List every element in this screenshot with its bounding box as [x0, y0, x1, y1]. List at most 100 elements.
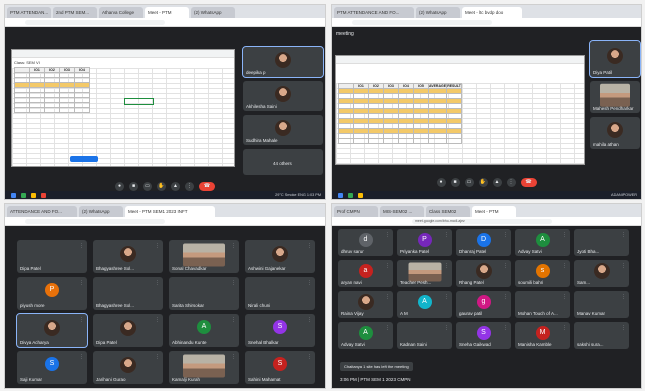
browser-tab[interactable]: Class SEM02: [426, 206, 470, 217]
browser-tab-active[interactable]: Meet - PTM SEM1 2023 INFT: [125, 206, 215, 217]
participant-tile[interactable]: Mahesh Pendharkar: [590, 81, 640, 113]
url-field[interactable]: meet.google.com/bho-mcdl-ajez: [412, 219, 552, 224]
participant-tile[interactable]: ⋮ Manav Kumar: [574, 291, 629, 318]
browser-tab[interactable]: PTM ATTENDAN...: [7, 7, 51, 18]
others-tile[interactable]: 44 others: [243, 149, 323, 175]
app-icon[interactable]: [21, 192, 26, 198]
participant-tile[interactable]: ⋮ sakshi sura...: [574, 322, 629, 349]
present-icon[interactable]: ▲: [492, 177, 502, 187]
more-options-icon[interactable]: ⋮: [562, 263, 567, 269]
more-options-icon[interactable]: ⋮: [444, 325, 449, 331]
browser-tab[interactable]: MIS-SEM02 ...: [380, 206, 424, 217]
participant-tile[interactable]: S ⋮ Sneha Gaikwad: [456, 322, 511, 349]
participant-tile[interactable]: A ⋮ A M: [397, 291, 452, 318]
participant-tile[interactable]: P ⋮ piyush more: [17, 277, 87, 310]
participant-tile[interactable]: P ⋮ Priyanka Patel: [397, 229, 452, 256]
more-options-icon[interactable]: ⋮: [503, 325, 508, 331]
participant-tile[interactable]: A ⋮ Advay Satvi: [515, 229, 570, 256]
browser-tab[interactable]: Prof CMPN: [334, 206, 378, 217]
mic-icon[interactable]: ●: [115, 181, 124, 191]
more-options-icon[interactable]: ⋮: [621, 263, 626, 269]
more-options-icon[interactable]: ⋮: [506, 177, 516, 187]
participant-tile[interactable]: ⋮ Sonal Chavadkar: [169, 240, 239, 273]
address-bar[interactable]: meet.google.com/bho-mcdl-ajez: [332, 217, 641, 226]
browser-tab[interactable]: PTM ATTENDANCE AND FO...: [334, 7, 414, 18]
participant-tile[interactable]: mahila athan: [590, 117, 640, 149]
more-options-icon[interactable]: ⋮: [385, 294, 390, 300]
more-options-icon[interactable]: ⋮: [185, 181, 194, 191]
more-options-icon[interactable]: ⋮: [385, 263, 390, 269]
participant-tile[interactable]: ⋮ Jarihani Gurao: [93, 351, 163, 384]
address-bar[interactable]: [5, 18, 325, 27]
more-options-icon[interactable]: ⋮: [444, 294, 449, 300]
browser-tab[interactable]: 2nd PTM SEM...: [53, 7, 97, 18]
more-options-icon[interactable]: ⋮: [231, 317, 236, 323]
participant-tile[interactable]: D ⋮ Dhanraj Patel: [456, 229, 511, 256]
participant-tile[interactable]: ⋮ Teacher Pesh...: [397, 260, 452, 287]
browser-tab[interactable]: Atharva College: [99, 7, 143, 18]
app-icon[interactable]: [41, 192, 46, 198]
browser-tab[interactable]: (2) WhatsApp: [191, 7, 235, 18]
more-options-icon[interactable]: ⋮: [155, 354, 160, 360]
participant-tile[interactable]: ⋮ Raina Vijay: [338, 291, 393, 318]
participant-tile[interactable]: ⋮ Ashwini Gajanekar: [245, 240, 315, 273]
more-options-icon[interactable]: ⋮: [307, 317, 312, 323]
selected-cell[interactable]: [124, 98, 154, 105]
participant-tile[interactable]: ⋮ Sarita Shirsokar: [169, 277, 239, 310]
more-options-icon[interactable]: ⋮: [503, 263, 508, 269]
participant-tile[interactable]: S ⋮ Snehal Bhalkar: [245, 314, 315, 347]
participant-tile[interactable]: S ⋮ Saji Kumar: [17, 351, 87, 384]
participant-tile[interactable]: ⋮ Bhagyashree Sol...: [93, 240, 163, 273]
more-options-icon[interactable]: ⋮: [155, 317, 160, 323]
browser-tab[interactable]: (2) WhatsApp: [416, 7, 460, 18]
participant-tile[interactable]: ⋮ Sam...: [574, 260, 629, 287]
more-options-icon[interactable]: ⋮: [385, 232, 390, 238]
more-options-icon[interactable]: ⋮: [307, 354, 312, 360]
participant-tile[interactable]: deepika p: [242, 46, 324, 78]
browser-tab-active[interactable]: Meet - PTM: [472, 206, 516, 217]
more-options-icon[interactable]: ⋮: [79, 280, 84, 286]
participant-tile[interactable]: ⋮ Divya Acharya: [16, 313, 88, 348]
more-options-icon[interactable]: ⋮: [79, 243, 84, 249]
browser-tab[interactable]: (2) WhatsApp: [79, 206, 123, 217]
more-options-icon[interactable]: ⋮: [621, 294, 626, 300]
participant-tile[interactable]: A ⋮ Abhinandu Kunte: [169, 314, 239, 347]
browser-tab[interactable]: ATTENDANCE AND FO...: [7, 206, 77, 217]
participant-tile[interactable]: ⋮ Dipa Patel: [93, 314, 163, 347]
participant-tile[interactable]: d ⋮ dhruv sarur: [338, 229, 393, 256]
participant-tile[interactable]: Akhilesha Saini: [243, 81, 323, 111]
more-options-icon[interactable]: ⋮: [231, 243, 236, 249]
url-field[interactable]: [25, 20, 165, 25]
more-options-icon[interactable]: ⋮: [562, 325, 567, 331]
more-options-icon[interactable]: ⋮: [621, 325, 626, 331]
participant-tile[interactable]: S ⋮ Sahini Mahamat: [245, 351, 315, 384]
participant-tile[interactable]: A ⋮ Advay Satvi: [338, 322, 393, 349]
sheet-scroll-button[interactable]: [70, 156, 98, 162]
participant-tile[interactable]: Sudhira Mahale: [243, 115, 323, 145]
start-icon[interactable]: [338, 192, 343, 198]
participant-tile[interactable]: ⋮ Rhang Patel: [456, 260, 511, 287]
participant-tile[interactable]: ⋮ Bhagyashree Sol...: [93, 277, 163, 310]
leave-call-button[interactable]: ☎: [520, 177, 537, 187]
participant-tile[interactable]: ⋮ Kadnan Saini: [397, 322, 452, 349]
participant-tile[interactable]: ⋮ Nirali chuni: [245, 277, 315, 310]
more-options-icon[interactable]: ⋮: [385, 325, 390, 331]
participant-tile[interactable]: M ⋮ Manisha Kamble: [515, 322, 570, 349]
present-icon[interactable]: ▲: [171, 181, 180, 191]
url-field[interactable]: [25, 219, 165, 224]
leave-call-button[interactable]: ☎: [199, 181, 215, 191]
participant-tile[interactable]: ⋮ Kamalji Kurah: [169, 351, 239, 384]
address-bar[interactable]: [5, 217, 325, 226]
participant-tile[interactable]: ⋮ Jyoti Bha...: [574, 229, 629, 256]
more-options-icon[interactable]: ⋮: [307, 280, 312, 286]
url-field[interactable]: [352, 20, 492, 25]
more-options-icon[interactable]: ⋮: [307, 243, 312, 249]
more-options-icon[interactable]: ⋮: [503, 232, 508, 238]
captions-icon[interactable]: ▭: [464, 177, 474, 187]
more-options-icon[interactable]: ⋮: [621, 232, 626, 238]
mic-icon[interactable]: ●: [436, 177, 446, 187]
more-options-icon[interactable]: ⋮: [562, 294, 567, 300]
more-options-icon[interactable]: ⋮: [155, 243, 160, 249]
app-icon[interactable]: [31, 192, 36, 198]
more-options-icon[interactable]: ⋮: [79, 317, 84, 323]
